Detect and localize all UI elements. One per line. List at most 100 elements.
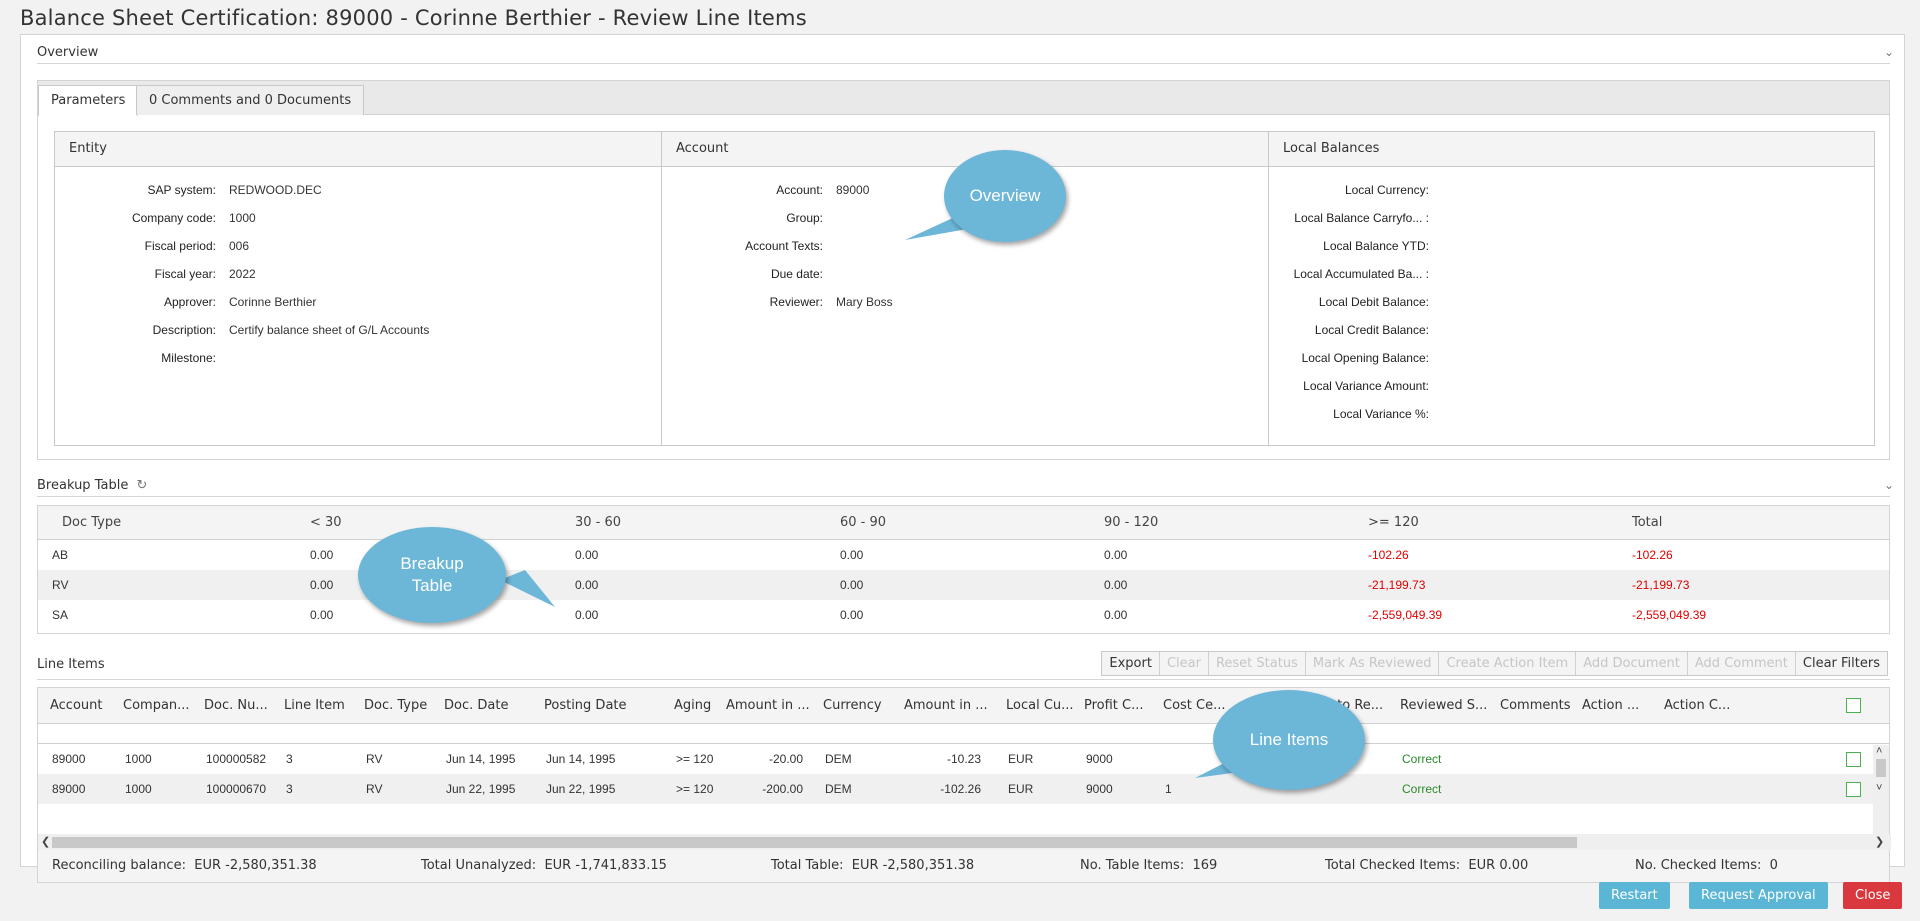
horizontal-scroll-thumb[interactable] <box>52 837 1577 848</box>
toolbar-export-button[interactable]: Export <box>1102 652 1159 675</box>
items-label: No. Table Items: <box>1080 858 1185 873</box>
line-items-column-header[interactable]: Reviewed S... <box>1400 688 1487 724</box>
line-item-cell: 1000 <box>125 782 152 796</box>
table-row[interactable]: 89000 1000 100000670 3 RV Jun 22, 1995 Jun 22,… <box>38 774 1889 804</box>
line-item-cell: Correct <box>1402 782 1442 796</box>
collapse-breakup-icon[interactable]: ⌄ <box>1884 478 1894 492</box>
line-items-column-header[interactable]: Cost Ce... <box>1163 688 1226 724</box>
account-label: Group: <box>786 211 823 225</box>
line-items-column-header[interactable]: Doc. Date <box>444 688 508 724</box>
line-items-column-header[interactable]: Profit C... <box>1084 688 1144 724</box>
line-items-column-header[interactable]: Aging <box>674 688 711 724</box>
table-label: Total Table: <box>771 858 844 873</box>
breakup-column-header[interactable]: 30 - 60 <box>575 506 621 540</box>
toolbar-add-document-button[interactable]: Add Document <box>1575 652 1687 675</box>
local_balances-label: Local Accumulated Ba... : <box>1293 267 1429 281</box>
scroll-left-icon[interactable]: ❮ <box>41 835 50 849</box>
account-row: Account Texts: <box>662 238 1268 254</box>
line-items-table: Account Compan... Doc. Nu... Line Item Doc. … <box>37 687 1891 850</box>
breakup-column-header[interactable]: 90 - 120 <box>1104 506 1158 540</box>
vertical-scroll-thumb[interactable] <box>1876 759 1886 777</box>
unanalyzed-value: EUR -1,741,833.15 <box>544 858 667 873</box>
line-items-column-header[interactable]: Local Cu... <box>1006 688 1074 724</box>
breakup-cell: 0.00 <box>840 578 864 592</box>
table-row[interactable]: 89000 1000 100000582 3 RV Jun 14, 1995 Jun 14,… <box>38 744 1889 774</box>
breakup-row: SA 0.00 0.00 0.00 0.00 -2,559,049.39 -2,559,04… <box>38 600 1889 630</box>
summary-unanalyzed: Total Unanalyzed: EUR -1,741,833.15 <box>421 850 667 881</box>
account-value: Mary Boss <box>836 295 893 309</box>
breakup-column-header[interactable]: >= 120 <box>1368 506 1419 540</box>
breakup-cell: 0.00 <box>575 578 599 592</box>
local_balances-row: Local Credit Balance: <box>1269 322 1874 338</box>
close-button[interactable]: Close <box>1843 882 1903 909</box>
refresh-icon[interactable]: ↻ <box>136 478 147 493</box>
scroll-up-icon[interactable]: ˄ <box>1876 744 1882 758</box>
filter-row[interactable] <box>38 724 1889 744</box>
local_balances-row: Local Debit Balance: <box>1269 294 1874 310</box>
breakup-cell: 0.00 <box>1104 578 1128 592</box>
line-items-column-header[interactable]: Action ... <box>1582 688 1639 724</box>
breakup-column-header[interactable]: Total <box>1632 506 1662 540</box>
toolbar-clear-filters-button[interactable]: Clear Filters <box>1794 652 1887 675</box>
line-items-rule <box>37 679 1890 680</box>
line-item-cell: Jun 14, 1995 <box>446 752 516 766</box>
toolbar-reset-status-button[interactable]: Reset Status <box>1207 652 1305 675</box>
local_balances-row: Local Variance %: <box>1269 406 1874 422</box>
line-item-cell: 9000 <box>1086 752 1113 766</box>
breakup-column-header[interactable]: 60 - 90 <box>840 506 886 540</box>
line-item-cell: Correct <box>1402 752 1442 766</box>
breakup-cell: RV <box>52 578 69 592</box>
scroll-down-icon[interactable]: ˅ <box>1876 781 1882 795</box>
tab-parameters[interactable]: Parameters <box>38 85 139 116</box>
request-approval-button[interactable]: Request Approval <box>1689 882 1828 909</box>
breakup-column-header[interactable]: Doc Type <box>62 506 121 540</box>
line-item-cell: Jun 14, 1995 <box>546 752 616 766</box>
account-label: Account Texts: <box>745 239 823 253</box>
line-item-cell: 89000 <box>52 782 86 796</box>
scroll-right-icon[interactable]: ❯ <box>1875 835 1884 849</box>
line-items-column-header[interactable]: Line Item <box>284 688 345 724</box>
line-items-column-header[interactable]: Compan... <box>123 688 190 724</box>
line-item-cell: 3 <box>286 782 293 796</box>
toolbar-create-action-item-button[interactable]: Create Action Item <box>1438 652 1575 675</box>
row-checkbox[interactable] <box>1846 782 1861 797</box>
local_balances-row: Local Currency: <box>1269 182 1874 198</box>
vertical-scrollbar[interactable]: ˄ ˅ <box>1873 745 1889 834</box>
line-item-cell: EUR <box>1008 752 1034 766</box>
line-items-column-header[interactable]: Doc. Type <box>364 688 427 724</box>
items-value: 169 <box>1192 858 1218 873</box>
breakup-cell: 0.00 <box>310 608 334 622</box>
reconciling-value: EUR -2,580,351.38 <box>194 858 317 873</box>
line-items-column-header[interactable]: Account <box>50 688 103 724</box>
select-all-checkbox[interactable] <box>1846 698 1861 713</box>
line-items-column-header[interactable]: Action C... <box>1664 688 1730 724</box>
line-item-cell: DEM <box>825 752 852 766</box>
line-items-heading: Line Items <box>37 657 105 672</box>
collapse-overview-icon[interactable]: ⌄ <box>1884 45 1894 59</box>
account-row: Due date: <box>662 266 1268 282</box>
line-items-column-header[interactable]: Currency <box>823 688 882 724</box>
breakup-cell: -21,199.73 <box>1632 578 1690 592</box>
line-item-cell: RV <box>366 752 383 766</box>
line-items-column-header[interactable]: Posting Date <box>544 688 627 724</box>
restart-button[interactable]: Restart <box>1599 882 1670 909</box>
line-items-column-header[interactable]: Doc. Nu... <box>204 688 268 724</box>
tab-comments-documents[interactable]: 0 Comments and 0 Documents <box>136 85 365 115</box>
reconciling-label: Reconciling balance: <box>52 858 186 873</box>
toolbar-mark-as-reviewed-button[interactable]: Mark As Reviewed <box>1304 652 1439 675</box>
row-checkbox[interactable] <box>1846 752 1861 767</box>
breakup-rule <box>37 496 1890 497</box>
entity-value: Corinne Berthier <box>229 295 317 309</box>
line-items-column-header[interactable]: Amount in ... <box>904 688 988 724</box>
toolbar-clear-button[interactable]: Clear <box>1158 652 1208 675</box>
breakup-cell: 0.00 <box>310 548 334 562</box>
toolbar-add-comment-button[interactable]: Add Comment <box>1686 652 1795 675</box>
breakup-column-header[interactable]: < 30 <box>310 506 342 540</box>
entity-value: 006 <box>229 239 250 253</box>
local_balances-label: Local Variance %: <box>1333 407 1429 421</box>
horizontal-scrollbar[interactable]: ❮ ❯ <box>38 834 1891 850</box>
line-items-column-header[interactable]: Amount in ... <box>726 688 810 724</box>
line-items-column-header[interactable]: Comments <box>1500 688 1570 724</box>
breakup-cell: 0.00 <box>840 608 864 622</box>
line-item-cell: 89000 <box>52 752 86 766</box>
